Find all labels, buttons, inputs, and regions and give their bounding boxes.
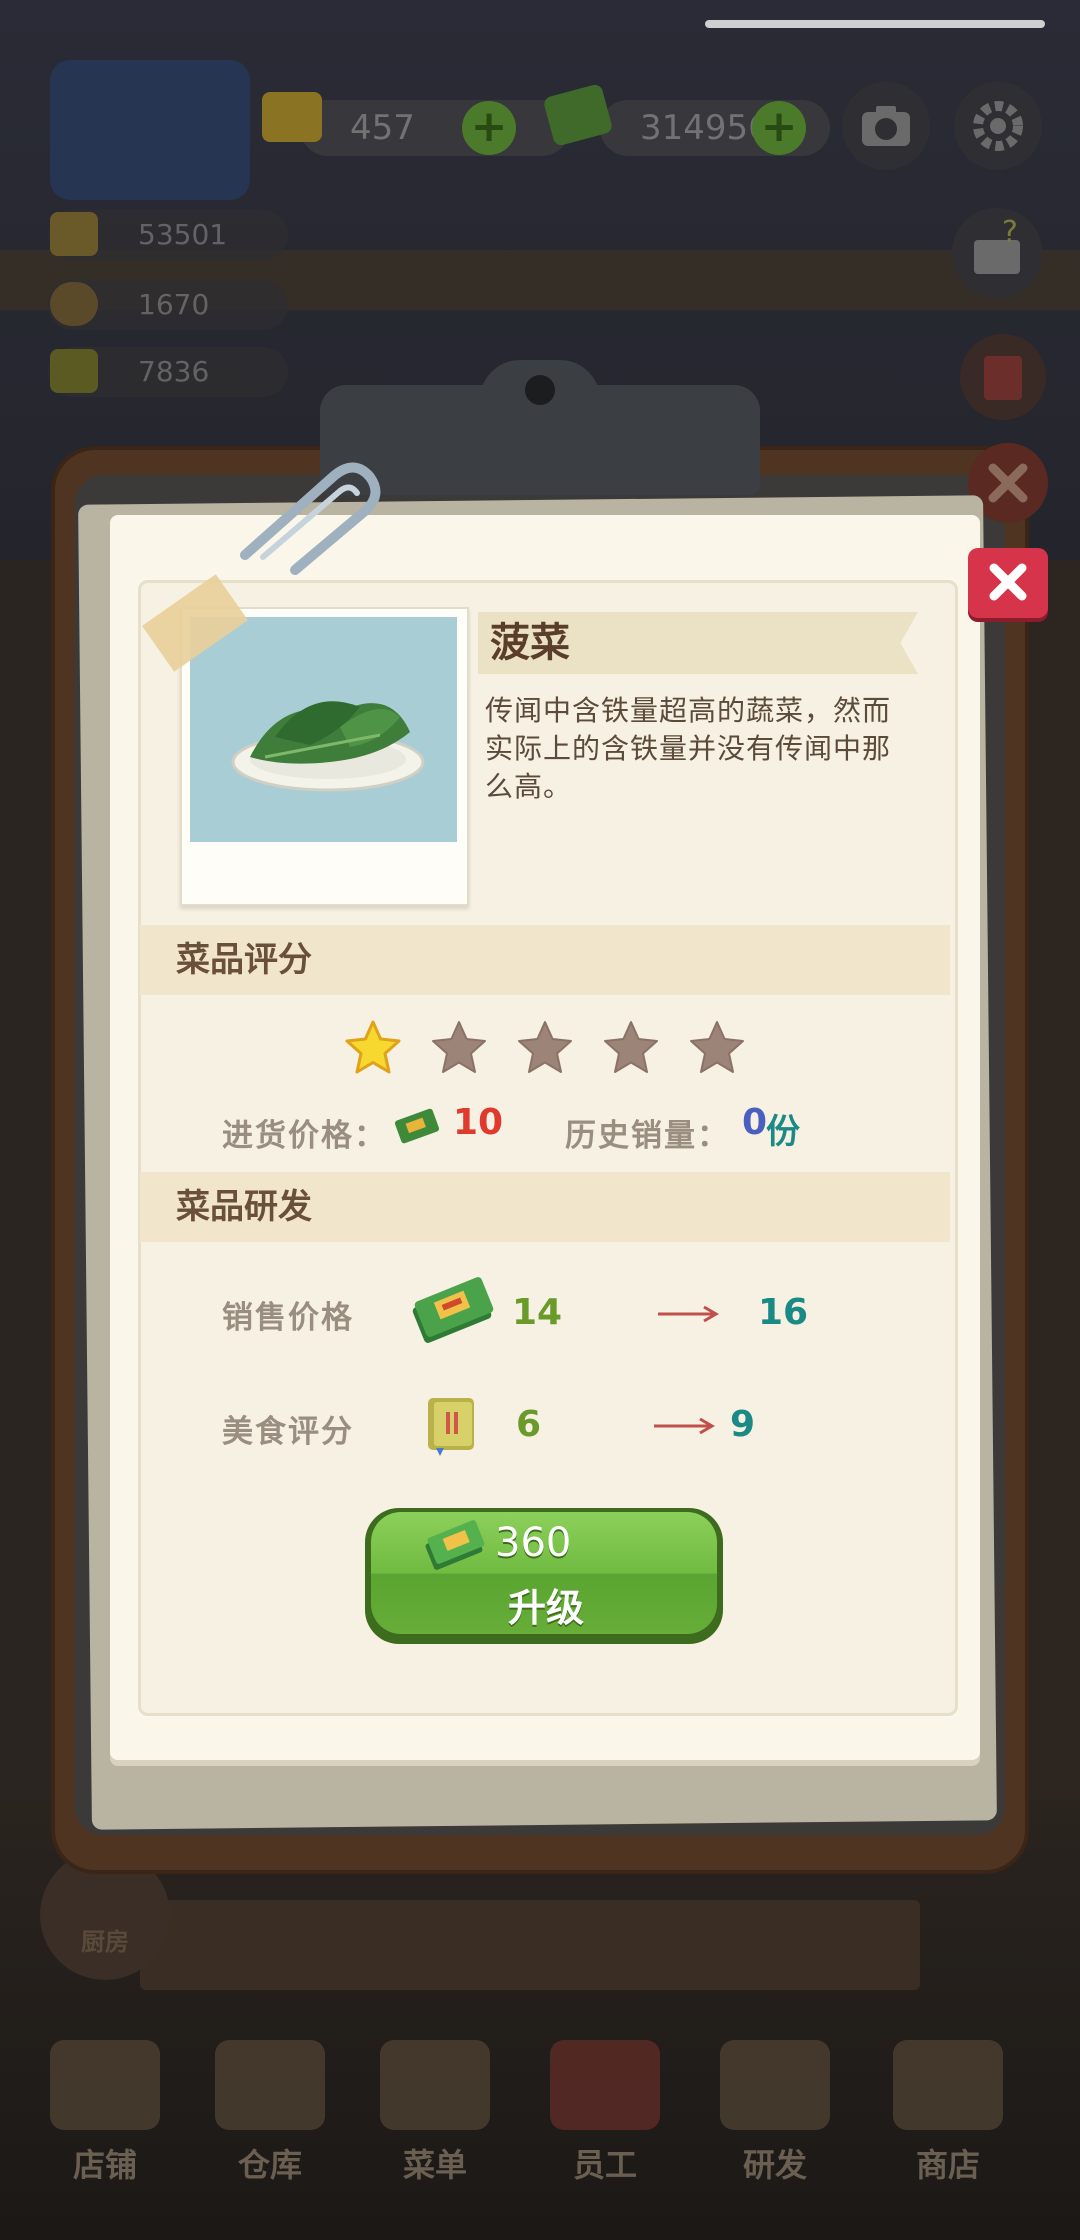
nav-label: 店铺: [72, 2146, 137, 2184]
nav-label: 菜单: [402, 2146, 467, 2184]
sale-price-label: 销售价格: [222, 1300, 354, 1336]
background-counter: [140, 1900, 920, 1990]
dish-rating-stars: [343, 1018, 763, 1078]
box-icon: [215, 2040, 325, 2130]
kitchen-label: 厨房: [81, 1928, 129, 1956]
book-icon: [984, 356, 1022, 400]
pot-icon: [720, 2040, 830, 2130]
nav-research[interactable]: 研发: [715, 2040, 835, 2190]
gold-value: 457: [350, 108, 415, 148]
gold-icon: [262, 92, 322, 142]
sale-price-next: 16: [758, 1292, 809, 1333]
storefront-icon: [50, 2040, 160, 2130]
help-book-button[interactable]: ?: [952, 208, 1042, 298]
recipe-book-button[interactable]: [960, 334, 1046, 420]
upgrade-label: 升级: [508, 1586, 585, 1630]
settings-button[interactable]: [954, 82, 1042, 170]
question-book-icon: ?: [974, 215, 1020, 274]
star-empty-icon: [690, 1021, 744, 1073]
nav-store[interactable]: 商店: [888, 2040, 1008, 2190]
research-section-title: 菜品研发: [176, 1187, 312, 1227]
add-gold-button[interactable]: +: [462, 101, 516, 155]
add-cash-button[interactable]: +: [752, 101, 806, 155]
nav-label: 员工: [572, 2146, 637, 2184]
spinach-icon: [231, 701, 425, 792]
close-button[interactable]: [968, 548, 1048, 618]
chef-icon: [550, 2040, 660, 2130]
gear-icon: [973, 101, 1023, 151]
paperclip-icon: [240, 462, 381, 575]
food-rating-next: 9: [730, 1404, 756, 1445]
sales-history-value: 0: [742, 1102, 768, 1143]
star-filled-icon: [345, 1020, 401, 1074]
camera-button[interactable]: [842, 82, 930, 170]
food-rating-current: 6: [516, 1404, 542, 1445]
system-home-indicator: [705, 20, 1045, 28]
nav-staff[interactable]: 员工: [545, 2040, 665, 2190]
clipboard-clip-hole: [525, 375, 555, 405]
camera-icon: [862, 106, 910, 146]
sale-price-current: 14: [512, 1292, 563, 1333]
nav-label: 仓库: [237, 2146, 302, 2184]
arrow-right-icon: [658, 1305, 719, 1323]
rating-section-title: 菜品评分: [176, 940, 312, 980]
stat-value-2: 1670: [138, 288, 210, 321]
cash-stack-icon: [410, 1268, 496, 1352]
sales-history-unit: 份: [766, 1112, 800, 1152]
purchase-price-label: 进货价格：: [222, 1118, 387, 1154]
star-empty-icon: [518, 1021, 572, 1073]
cash-icon: [393, 1104, 443, 1150]
shop-stall-icon: [893, 2040, 1003, 2130]
nav-label: 研发: [742, 2146, 807, 2184]
dish-name: 菠菜: [490, 620, 570, 666]
dish-cover-icon: [50, 282, 98, 326]
star-empty-icon: [432, 1021, 486, 1073]
recipe-book-icon: [420, 1392, 484, 1458]
clipboard-icon: [380, 2040, 490, 2130]
cash-icon: [424, 1516, 488, 1574]
sales-history-label: 历史销量：: [565, 1118, 730, 1154]
cash-value: 314956: [640, 108, 770, 148]
restaurant-rank-badge[interactable]: [50, 60, 250, 200]
svg-text:?: ?: [1002, 215, 1018, 250]
nav-menu[interactable]: 菜单: [375, 2040, 495, 2190]
nav-shop-front[interactable]: 店铺: [45, 2040, 165, 2190]
table-icon: [50, 212, 98, 256]
nav-label: 商店: [915, 2146, 980, 2184]
close-icon: [989, 563, 1027, 601]
star-empty-icon: [604, 1021, 658, 1073]
arrow-right-icon: [654, 1417, 715, 1435]
recipe-icon: [50, 349, 98, 393]
nav-warehouse[interactable]: 仓库: [210, 2040, 330, 2190]
stat-value-3: 7836: [138, 355, 210, 388]
stat-value-1: 53501: [138, 218, 228, 251]
gold-counter: 457: [300, 100, 570, 156]
purchase-price-value: 10: [453, 1102, 504, 1143]
dish-description: 传闻中含铁量超高的蔬菜，然而实际上的含铁量并没有传闻中那么高。: [485, 694, 892, 803]
food-rating-label: 美食评分: [222, 1414, 354, 1450]
dish-photo: [190, 617, 457, 842]
upgrade-cost: 360: [495, 1520, 572, 1566]
